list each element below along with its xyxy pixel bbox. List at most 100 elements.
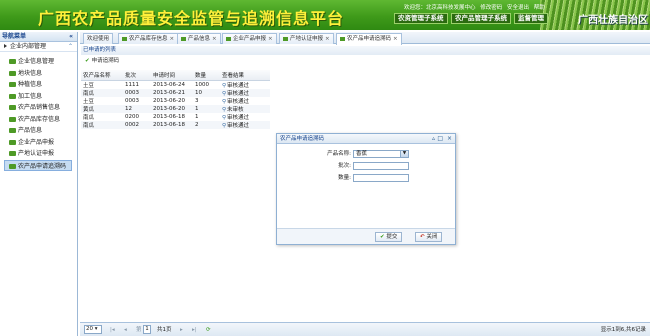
sidebar-item-inventory-info[interactable]: 农产品库存信息 [0,114,77,126]
tab-product-declaration[interactable]: 企业产品申报 × [222,33,277,44]
table-row[interactable]: 南瓜 0002 2013-06-18 2 ⚲审核通过 [81,121,270,130]
tab-icon [283,36,288,41]
submit-button[interactable]: ✔ 提交 [375,232,403,242]
batch-input[interactable] [353,162,409,170]
change-password-link[interactable]: 修改密码 [480,5,502,11]
sidebar-group-internal[interactable]: 企业内部管理 ⌃ [0,42,77,52]
cell-quantity: 10 [193,88,220,97]
tab-label: 产品信息 [188,36,211,42]
close-icon[interactable]: × [170,36,175,42]
close-icon[interactable]: × [212,36,217,42]
trace-code-dialog: 农产品申请追溯码 ▵ □ × 产品名称: 香蕉 ▼ 批次: 数量: ✔ 提交 ↶ … [276,133,456,245]
tab-icon [122,36,127,41]
dialog-titlebar[interactable]: 农产品申请追溯码 ▵ □ × [277,134,455,144]
view-result-icon[interactable]: ⚲ [222,83,226,89]
result-text[interactable]: 审核通过 [227,99,249,105]
cell-quantity: 2 [193,121,220,130]
folder-icon [9,59,16,64]
next-page-icon[interactable]: ▸ [180,323,183,336]
table-row[interactable]: 土豆 1111 2013-06-24 1000 ⚲审核通过 [81,80,270,89]
col-header-quantity[interactable]: 数量 [193,70,220,81]
table-row[interactable]: 南瓜 0200 2013-06-18 1 ⚲审核通过 [81,113,270,121]
col-header-result[interactable]: 查看结果 [220,70,270,81]
tab-trace-code[interactable]: 农产品申请追溯码 × [336,33,402,45]
agri-product-system-button[interactable]: 农产品管理子系统 [451,13,511,24]
tab-icon [226,36,231,41]
tab-product-info[interactable]: 产品信息 × [177,33,221,44]
app-title: 广西农产品质量安全监管与追溯信息平台 [38,9,345,28]
help-link[interactable]: 帮助 [534,5,545,11]
tab-welcome[interactable]: 欢迎使用 [83,33,114,44]
result-text[interactable]: 审核通过 [227,91,249,97]
quantity-input[interactable] [353,174,409,182]
sidebar-item-company-info[interactable]: 企业信息管理 [0,56,77,68]
folder-icon [9,93,16,99]
apply-button-label: 申请追溯码 [91,58,120,64]
maximize-icon[interactable]: □ [437,134,443,144]
tab-icon [181,36,186,41]
col-header-batch[interactable]: 批次 [123,70,151,81]
sidebar-header: 导航菜单 « [0,32,77,42]
prev-page-icon[interactable]: ◂ [124,323,127,336]
table-row[interactable]: 黄瓜 12 2013-06-20 1 ⚲未审核 [81,104,270,114]
last-page-icon[interactable]: ▸| [192,323,197,336]
view-result-icon[interactable]: ⚲ [222,115,226,121]
sidebar-item-label: 地块信息 [18,69,43,77]
view-result-icon[interactable]: ⚲ [222,99,226,105]
logout-link[interactable]: 安全退出 [507,5,529,11]
sidebar-item-sales-info[interactable]: 农产品销售信息 [0,102,77,114]
table-row[interactable]: 土豆 0003 2013-06-20 3 ⚲审核通过 [81,97,270,105]
sidebar-item-label: 企业产品申报 [18,138,55,146]
view-result-icon[interactable]: ⚲ [222,123,226,129]
collapse-icon[interactable]: « [69,32,73,42]
view-result-icon[interactable]: ⚲ [222,107,226,113]
tab-bar: 欢迎使用 农产品库存信息 × 产品信息 × 企业产品申报 × 产地认证申报 × 农产品申… [80,32,650,45]
sidebar-item-planting-info[interactable]: 种植信息 [0,79,77,91]
page-number-input[interactable]: 1 [143,325,151,334]
supervision-button[interactable]: 监督管理 [514,13,548,24]
cell-product: 南瓜 [81,88,123,97]
close-icon[interactable]: × [447,134,452,144]
result-text[interactable]: 审核通过 [227,123,249,129]
sidebar-item-label: 加工信息 [18,92,43,100]
tab-label: 农产品库存信息 [129,36,168,42]
field-row-quantity: 数量: [277,174,455,183]
sidebar-item-origin-certification[interactable]: 产地认证申报 [0,148,77,160]
sidebar-item-product-declaration[interactable]: 企业产品申报 [0,137,77,149]
minimize-icon[interactable]: ▵ [432,134,435,144]
page-size-select[interactable]: 20 ▾ [84,325,102,334]
sidebar-item-processing-info[interactable]: 加工信息 [0,91,77,103]
col-header-date[interactable]: 申请时间 [151,70,193,81]
sidebar-item-trace-code[interactable]: 农产品申请追溯码 [4,159,72,171]
record-info: 显示1到6,共6记录 [600,327,646,333]
sidebar-item-label: 农产品销售信息 [18,104,61,111]
tab-label: 企业产品申报 [233,36,267,42]
dialog-title: 农产品申请追溯码 [280,136,325,142]
checkmark-icon: ✔ [85,58,90,64]
close-icon[interactable]: × [268,36,273,42]
sidebar-item-product-info[interactable]: 产品信息 [0,125,77,137]
checkmark-icon: ✔ [380,234,385,240]
table-row[interactable]: 南瓜 0003 2013-06-21 10 ⚲审核通过 [81,88,270,97]
apply-trace-code-button[interactable]: ✔ 申请追溯码 [85,58,119,64]
col-header-product[interactable]: 农产品名称 [81,70,123,81]
chevron-down-icon[interactable]: ▼ [400,151,408,157]
result-text[interactable]: 审核通过 [227,115,249,121]
result-text[interactable]: 未审核 [227,107,244,113]
first-page-icon[interactable]: |◂ [110,323,115,336]
result-text[interactable]: 审核通过 [227,83,249,89]
cell-result: ⚲审核通过 [220,113,270,121]
tab-origin-certification[interactable]: 产地认证申报 × [279,33,334,44]
close-icon[interactable]: × [325,36,330,42]
tab-inventory[interactable]: 农产品库存信息 × [118,33,179,44]
close-icon[interactable]: × [393,36,398,42]
folder-icon [9,82,16,87]
table-header-row: 农产品名称 批次 申请时间 数量 查看结果 [81,70,270,81]
sidebar-item-plot-info[interactable]: 地块信息 [0,68,77,80]
product-name-select[interactable]: 香蕉 ▼ [353,150,409,158]
view-result-icon[interactable]: ⚲ [222,91,226,97]
refresh-icon[interactable]: ⟳ [206,323,211,336]
close-button[interactable]: ↶ 关闭 [415,232,443,242]
agri-input-system-button[interactable]: 农资管理子系统 [394,13,448,24]
chevron-up-icon[interactable]: ⌃ [68,42,73,52]
